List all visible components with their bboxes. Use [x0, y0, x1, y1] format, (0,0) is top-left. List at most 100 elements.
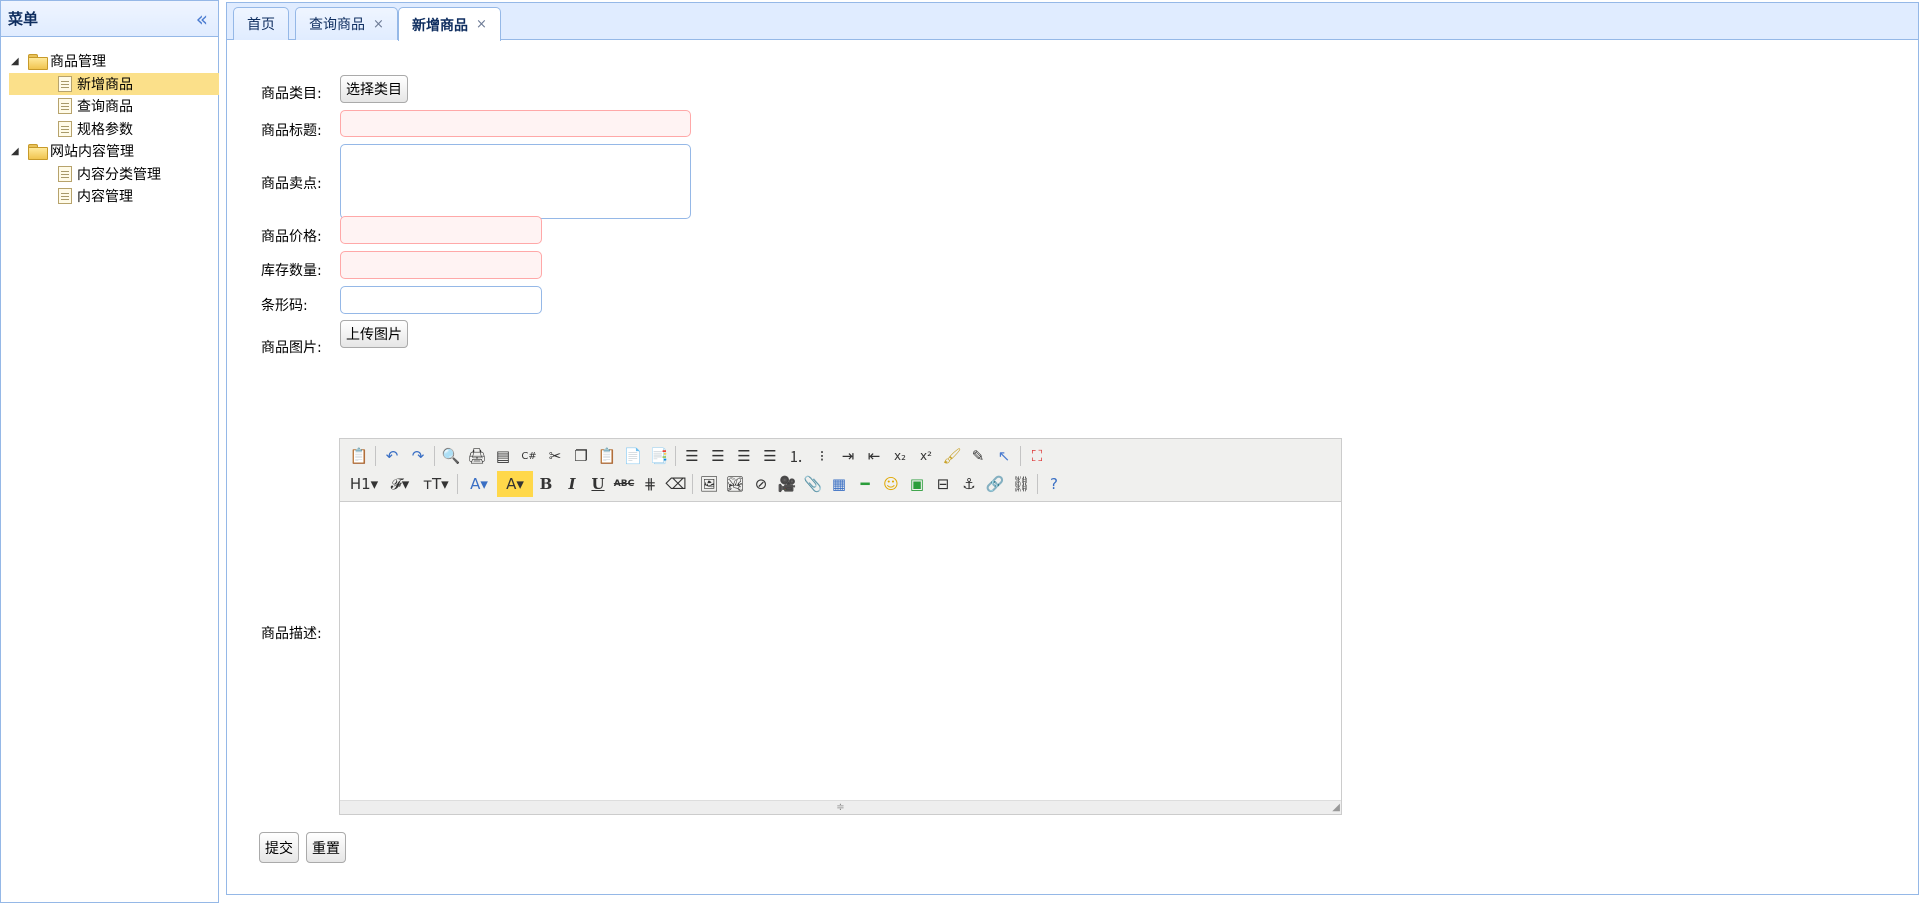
toolbar-divider — [375, 446, 376, 466]
drag-resize-icon[interactable]: ≑ — [836, 802, 844, 813]
preview-icon[interactable]: 🔍 — [438, 443, 464, 469]
sellpoint-textarea[interactable] — [340, 144, 691, 219]
reset-button[interactable]: 重置 — [306, 832, 346, 863]
bullet-list-icon[interactable]: ⁝ — [809, 443, 835, 469]
file-icon — [58, 75, 72, 92]
print-icon[interactable]: 🖨 — [464, 443, 490, 469]
select-category-button[interactable]: 选择类目 — [340, 75, 408, 103]
font-family-icon[interactable]: 𝓕▾ — [382, 471, 418, 497]
price-input[interactable] — [340, 216, 542, 244]
select-icon[interactable]: ↖ — [991, 443, 1017, 469]
toolbar-row-2: H1▾ 𝓕▾ тT▾ A▾ A▾ B I U ABC ⋕ ⌫ 🖼 🏞 ⊘ 🎥 📎… — [346, 470, 1335, 498]
superscript-icon[interactable]: x² — [913, 443, 939, 469]
unlink-icon[interactable]: ⛓ — [1008, 471, 1034, 497]
paste-plain-icon[interactable]: 📄 — [620, 443, 646, 469]
template-icon[interactable]: ▤ — [490, 443, 516, 469]
toolbar-divider — [692, 474, 693, 494]
multi-image-icon[interactable]: 🏞 — [722, 471, 748, 497]
hr-icon[interactable]: ━ — [852, 471, 878, 497]
tree-node-label: 内容管理 — [77, 189, 133, 206]
tree-node-add-product[interactable]: 新增商品 — [9, 72, 219, 95]
align-right-icon[interactable]: ☰ — [731, 443, 757, 469]
paste-icon[interactable]: 📋 — [594, 443, 620, 469]
anchor-icon[interactable]: ⚓ — [956, 471, 982, 497]
tree-node-content[interactable]: 内容管理 — [9, 185, 219, 208]
strikethrough-icon[interactable]: ABC — [611, 471, 637, 497]
tree-node-label: 内容分类管理 — [77, 166, 161, 183]
close-icon[interactable]: × — [373, 17, 384, 32]
map-icon[interactable]: ▣ — [904, 471, 930, 497]
editor-content-area[interactable] — [340, 502, 1341, 801]
barcode-label: 条形码: — [261, 298, 308, 314]
attach-icon[interactable]: 📎 — [800, 471, 826, 497]
font-color-icon[interactable]: A▾ — [461, 471, 497, 497]
file-icon — [58, 120, 72, 137]
tree-node-content-category[interactable]: 内容分类管理 — [9, 163, 219, 186]
underline-icon[interactable]: U — [585, 471, 611, 497]
italic-icon[interactable]: I — [559, 471, 585, 497]
code-icon[interactable]: C# — [516, 443, 542, 469]
bold-icon[interactable]: B — [533, 471, 559, 497]
line-height-icon[interactable]: ⋕ — [637, 471, 663, 497]
rich-text-editor: 📋 ↶ ↷ 🔍 🖨 ▤ C# ✂ ❐ 📋 📄 📑 ☰ ☰ ☰ ☰ ⒈ ⁝ ⇥ ⇤… — [339, 438, 1342, 815]
highlight-icon[interactable]: A▾ — [497, 471, 533, 497]
indent-icon[interactable]: ⇥ — [835, 443, 861, 469]
table-icon[interactable]: ▦ — [826, 471, 852, 497]
tree-node-label: 新增商品 — [77, 76, 133, 93]
barcode-input[interactable] — [340, 286, 542, 314]
ordered-list-icon[interactable]: ⒈ — [783, 443, 809, 469]
align-justify-icon[interactable]: ☰ — [757, 443, 783, 469]
tab-home[interactable]: 首页 — [233, 7, 289, 40]
toolbar-divider — [675, 446, 676, 466]
desc-label: 商品描述: — [261, 626, 322, 642]
tree-node-content-management[interactable]: ◢ 网站内容管理 — [1, 140, 218, 163]
redo-icon[interactable]: ↷ — [405, 443, 431, 469]
toolbar-divider — [457, 474, 458, 494]
clear-format-icon[interactable]: 🖌 — [939, 443, 965, 469]
undo-icon[interactable]: ↶ — [379, 443, 405, 469]
font-size-icon[interactable]: тT▾ — [418, 471, 454, 497]
media-icon[interactable]: 🎥 — [774, 471, 800, 497]
title-label: 商品标题: — [261, 123, 322, 139]
select-all-icon[interactable]: ✎ — [965, 443, 991, 469]
folder-open-icon — [28, 144, 48, 161]
expanded-caret-icon[interactable]: ◢ — [11, 146, 22, 157]
fullscreen-icon[interactable]: ⛶ — [1024, 443, 1050, 469]
upload-image-button[interactable]: 上传图片 — [340, 320, 408, 348]
link-icon[interactable]: 🔗 — [982, 471, 1008, 497]
pagebreak-icon[interactable]: ⊟ — [930, 471, 956, 497]
heading-icon[interactable]: H1▾ — [346, 471, 382, 497]
tree-node-query-product[interactable]: 查询商品 — [9, 95, 219, 118]
tree-node-product-management[interactable]: ◢ 商品管理 — [1, 50, 218, 73]
source-icon[interactable]: 📋 — [346, 443, 372, 469]
tab-query-product[interactable]: 查询商品 × — [295, 7, 398, 40]
title-input[interactable] — [340, 110, 691, 137]
emoticon-icon[interactable]: ☺ — [878, 471, 904, 497]
paste-word-icon[interactable]: 📑 — [646, 443, 672, 469]
editor-toolbar: 📋 ↶ ↷ 🔍 🖨 ▤ C# ✂ ❐ 📋 📄 📑 ☰ ☰ ☰ ☰ ⒈ ⁝ ⇥ ⇤… — [340, 439, 1341, 502]
collapse-icon[interactable]: « — [196, 9, 208, 29]
help-icon[interactable]: ? — [1041, 471, 1067, 497]
tree-node-spec-params[interactable]: 规格参数 — [9, 118, 219, 141]
submit-button[interactable]: 提交 — [259, 832, 299, 863]
eraser-icon[interactable]: ⌫ — [663, 471, 689, 497]
expanded-caret-icon[interactable]: ◢ — [11, 56, 22, 67]
outdent-icon[interactable]: ⇤ — [861, 443, 887, 469]
toolbar-divider — [1037, 474, 1038, 494]
copy-icon[interactable]: ❐ — [568, 443, 594, 469]
toolbar-divider — [1020, 446, 1021, 466]
align-center-icon[interactable]: ☰ — [705, 443, 731, 469]
category-label: 商品类目: — [261, 86, 322, 102]
flash-icon[interactable]: ⊘ — [748, 471, 774, 497]
tab-label: 新增商品 — [412, 17, 468, 34]
menu-header: 菜单 « — [1, 1, 218, 37]
image-icon[interactable]: 🖼 — [696, 471, 722, 497]
subscript-icon[interactable]: x₂ — [887, 443, 913, 469]
close-icon[interactable]: × — [476, 17, 487, 32]
cut-icon[interactable]: ✂ — [542, 443, 568, 469]
tab-add-product[interactable]: 新增商品 × — [398, 7, 501, 41]
align-left-icon[interactable]: ☰ — [679, 443, 705, 469]
tab-bar: 首页 查询商品 × 新增商品 × — [227, 3, 1918, 41]
resize-handle-icon[interactable]: ◢ — [1332, 802, 1340, 813]
stock-input[interactable] — [340, 251, 542, 279]
